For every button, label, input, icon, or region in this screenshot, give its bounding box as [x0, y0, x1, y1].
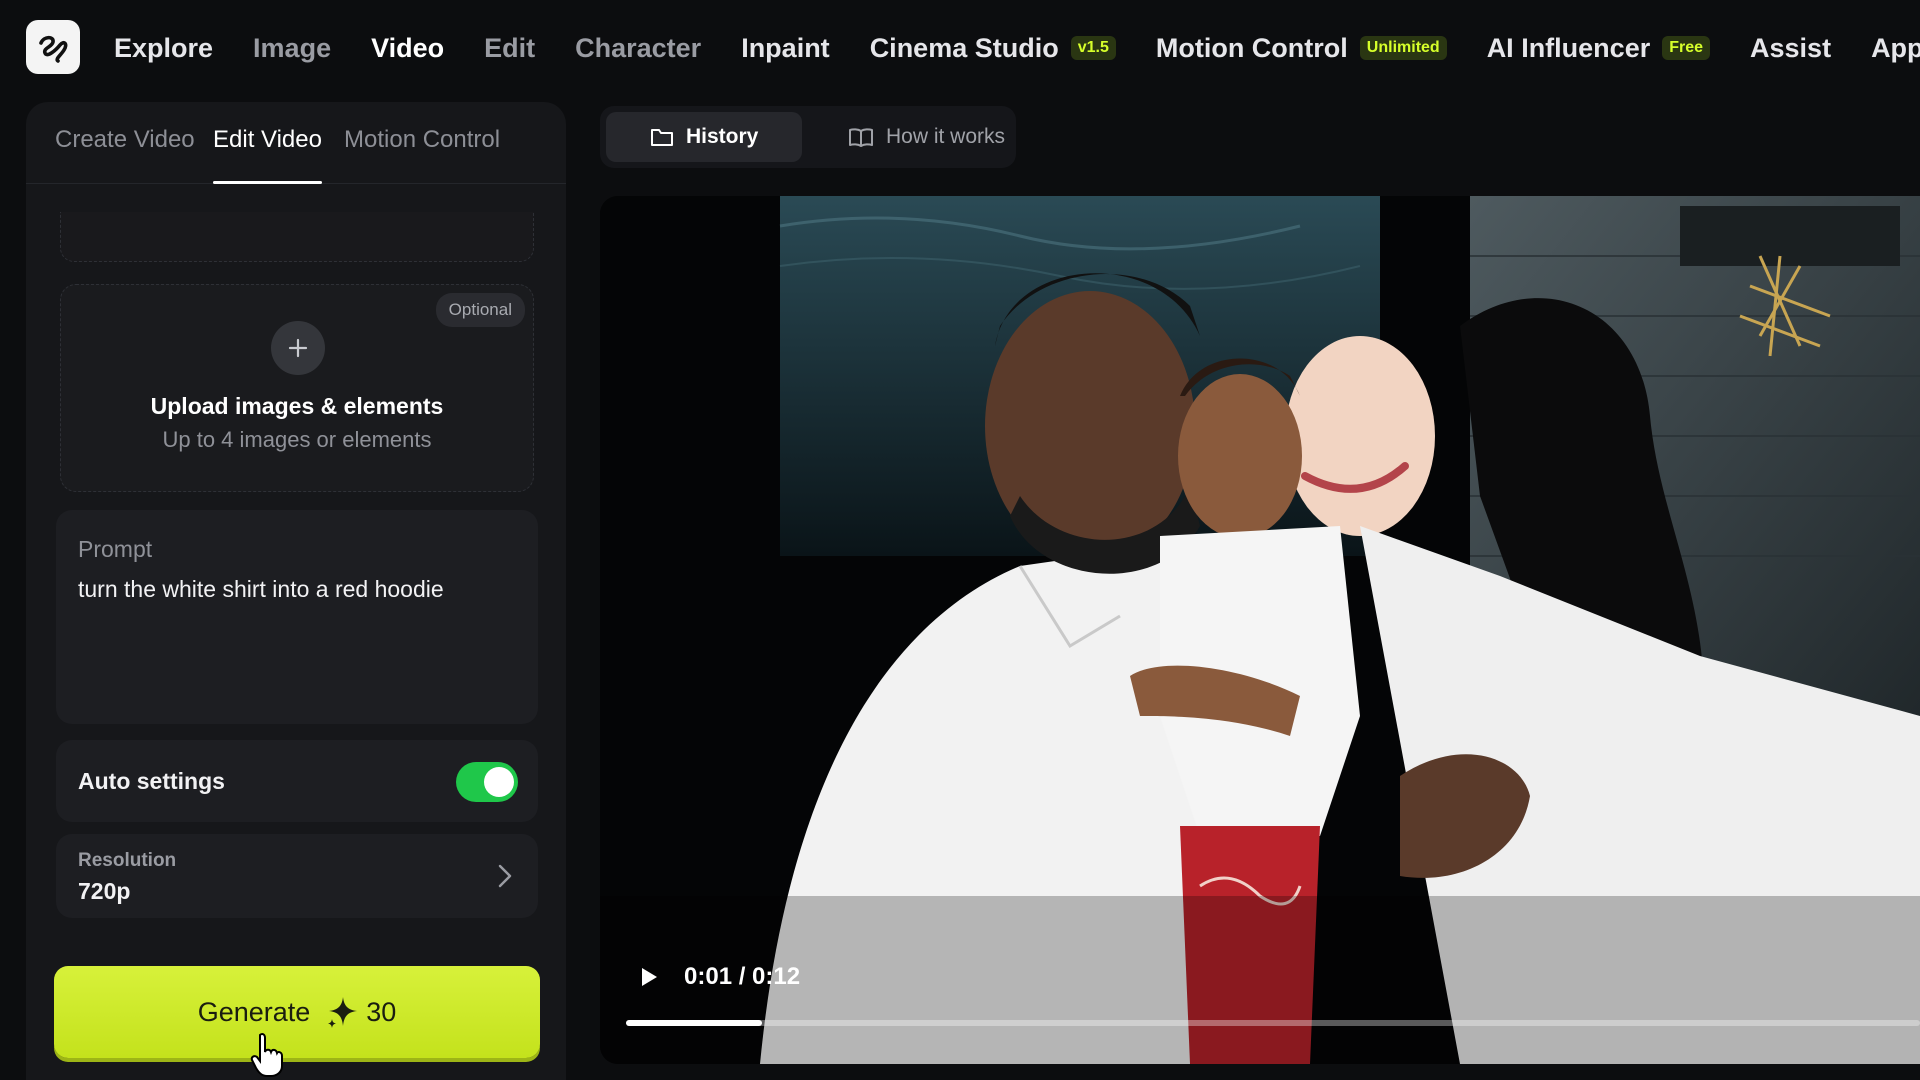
nav-label: Video: [371, 32, 445, 63]
free-badge: Free: [1662, 36, 1711, 60]
auto-settings-toggle[interactable]: [456, 762, 518, 802]
nav-apps[interactable]: Apps: [1871, 33, 1920, 64]
video-upload-card[interactable]: [60, 212, 534, 262]
upload-subtitle: Up to 4 images or elements: [162, 427, 432, 452]
prompt-card[interactable]: Prompt turn the white shirt into a red h…: [56, 510, 538, 724]
nav-label: Edit: [484, 32, 536, 63]
generate-cost: 30: [366, 996, 397, 1027]
nav-label: Assist: [1750, 32, 1832, 63]
nav-explore[interactable]: Explore: [114, 33, 213, 64]
nav-label: Cinema Studio: [869, 32, 1059, 63]
prompt-input[interactable]: turn the white shirt into a red hoodie: [78, 576, 518, 603]
resolution-value: 720p: [78, 878, 131, 904]
nav-edit[interactable]: Edit: [484, 33, 535, 64]
folder-icon: [651, 129, 673, 146]
video-time: 0:01 / 0:12: [684, 963, 801, 990]
nav-label: Motion Control: [1155, 32, 1348, 63]
nav-items: Explore Image Video Edit Character Inpai…: [114, 0, 1920, 96]
nav-video[interactable]: Video: [371, 33, 444, 64]
generate-button[interactable]: Generate 30: [54, 966, 540, 1058]
video-controls: 0:01 / 0:12: [634, 962, 800, 992]
tab-history[interactable]: History: [606, 112, 802, 162]
hand-cursor-icon: [250, 1033, 283, 1077]
nav-inpaint[interactable]: Inpaint: [741, 33, 830, 64]
tab-how-it-works[interactable]: How it works: [824, 112, 1010, 162]
nav-label: Image: [253, 32, 332, 63]
logo-icon: [39, 35, 68, 63]
version-badge: v1.5: [1070, 36, 1116, 60]
tab-edit-video[interactable]: Edit Video: [213, 126, 322, 184]
nav-motion-control[interactable]: Motion Control Unlimited: [1156, 33, 1447, 64]
tab-how-label: How it works: [886, 125, 1006, 148]
resolution-label: Resolution: [78, 850, 177, 871]
nav-cinema-studio[interactable]: Cinema Studio v1.5: [870, 33, 1116, 64]
progress-fill: [626, 1020, 762, 1026]
nav-image[interactable]: Image: [253, 33, 331, 64]
edit-video-panel: Create Video Edit Video Motion Control O…: [26, 102, 566, 1080]
video-player[interactable]: 0:01 / 0:12: [600, 196, 1920, 1064]
top-navigation: Explore Image Video Edit Character Inpai…: [0, 0, 1920, 96]
auto-settings-label: Auto settings: [78, 768, 225, 794]
play-button[interactable]: [634, 962, 664, 992]
prompt-label: Prompt: [78, 536, 153, 562]
tab-history-label: History: [686, 125, 759, 148]
tab-create-video[interactable]: Create Video: [55, 126, 195, 184]
plus-icon: [271, 321, 325, 375]
nav-ai-influencer[interactable]: AI Influencer Free: [1486, 32, 1711, 64]
generate-label: Generate: [197, 996, 311, 1027]
view-tabs: History How it works: [600, 106, 1016, 168]
nav-label: Character: [575, 32, 702, 63]
upload-images-card[interactable]: Optional Upload images & elements Up to …: [60, 284, 534, 492]
video-frame-image: [600, 196, 1920, 1064]
upload-title: Upload images & elements: [150, 393, 444, 419]
nav-label: AI Influencer: [1486, 32, 1651, 63]
nav-character[interactable]: Character: [575, 33, 701, 64]
optional-badge: Optional: [435, 293, 525, 327]
chevron-right-icon: [498, 864, 512, 888]
nav-label: Apps: [1871, 32, 1920, 63]
auto-settings-row: Auto settings: [56, 740, 538, 822]
nav-label: Explore: [114, 32, 214, 63]
toggle-knob: [484, 767, 514, 797]
unlimited-badge: Unlimited: [1359, 36, 1447, 60]
sparkle-icon: [328, 997, 358, 1028]
progress-bar[interactable]: [626, 1020, 1920, 1026]
book-icon: [849, 128, 873, 147]
mode-tabs: Create Video Edit Video Motion Control: [26, 102, 566, 184]
app-logo[interactable]: [26, 20, 80, 74]
nav-label: Inpaint: [741, 32, 830, 63]
resolution-selector[interactable]: Resolution 720p: [56, 834, 538, 918]
nav-assist[interactable]: Assist: [1750, 33, 1831, 64]
tab-motion-control[interactable]: Motion Control: [344, 126, 500, 184]
play-icon: [642, 968, 657, 986]
